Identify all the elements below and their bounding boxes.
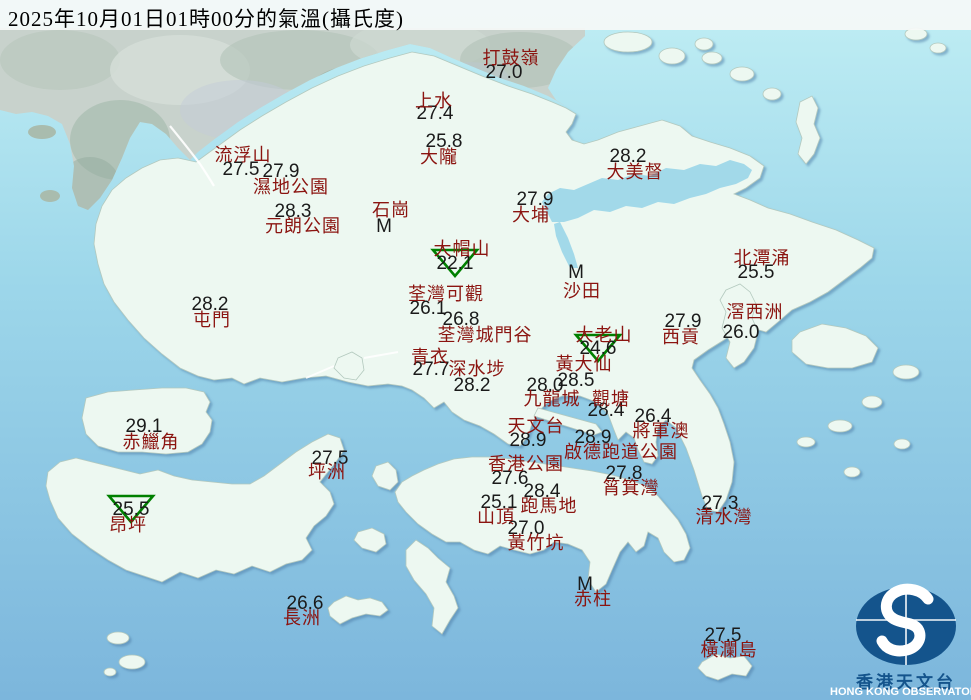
station-name: 上水 <box>415 87 453 113</box>
station-name: 石崗 <box>372 196 410 222</box>
station-name: 山頂 <box>477 503 515 529</box>
station-name: 長洲 <box>283 604 321 630</box>
station-name: 大美督 <box>607 158 664 184</box>
station-temperature: 26.0 <box>723 322 760 344</box>
station-name: 清水灣 <box>696 503 753 529</box>
station-name: 坪洲 <box>308 458 346 484</box>
title-band: 2025年10月01日01時00分的氣溫(攝氏度) <box>0 0 971 30</box>
station-name: 黃大仙 <box>556 350 613 376</box>
station-name: 昂坪 <box>109 511 147 537</box>
station-name: 橫瀾島 <box>701 636 758 662</box>
station-name: 流浮山 <box>215 141 272 167</box>
station-name: 天文台 <box>508 412 565 438</box>
station-name: 大帽山 <box>434 235 491 261</box>
station-name: 跑馬地 <box>521 492 578 518</box>
station-name: 大隴 <box>420 143 458 169</box>
station-name: 赤柱 <box>574 585 612 611</box>
station-name: 北潭涌 <box>734 244 791 270</box>
station-name: 屯門 <box>193 306 231 332</box>
hko-logo-english-name: HONG KONG OBSERVATORY <box>830 686 971 698</box>
station-name: 打鼓嶺 <box>483 44 540 70</box>
station-name: 黃竹坑 <box>508 529 565 555</box>
station-name: 赤鱲角 <box>123 428 180 454</box>
station-name: 西貢 <box>662 323 700 349</box>
station-name: 香港公園 <box>488 450 564 476</box>
station-name: 九龍城 <box>524 385 581 411</box>
station-name: 沙田 <box>563 277 601 303</box>
station-name: 大埔 <box>512 201 550 227</box>
station-name: 滘西洲 <box>727 298 784 324</box>
station-name: 荃灣城門谷 <box>438 321 533 347</box>
station-name: 觀塘 <box>592 385 630 411</box>
station-name: 荃灣可觀 <box>408 280 484 306</box>
station-name: 青衣 <box>411 343 449 369</box>
station-name: 深水埗 <box>449 355 506 381</box>
station-name: 筲箕灣 <box>603 474 660 500</box>
hko-temperature-map: 2025年10月01日01時00分的氣溫(攝氏度) 27.0打鼓嶺27.4上水2… <box>0 0 971 700</box>
station-name: 大老山 <box>576 321 633 347</box>
station-name: 濕地公園 <box>253 173 329 199</box>
station-name: 啟德跑道公園 <box>564 438 678 464</box>
page-title: 2025年10月01日01時00分的氣溫(攝氏度) <box>8 3 404 33</box>
stations-layer: 27.0打鼓嶺27.4上水25.8大隴27.5流浮山27.9濕地公園28.3元朗… <box>0 0 971 700</box>
station-name: 元朗公園 <box>265 212 341 238</box>
